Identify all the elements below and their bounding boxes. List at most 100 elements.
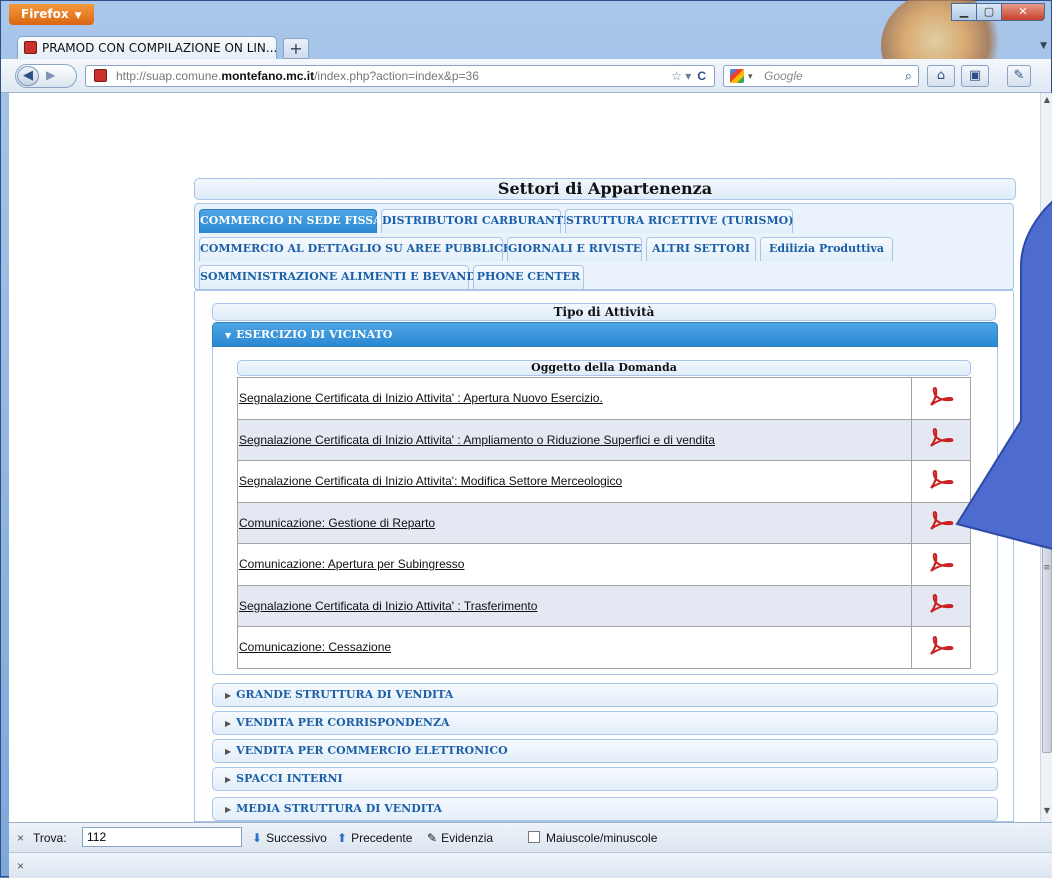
document-cell: Segnalazione Certificata di Inizio Attiv…: [237, 377, 912, 420]
forward-button[interactable]: ▶: [46, 68, 55, 82]
accordion-media-struttura[interactable]: ▶ MEDIA STRUTTURA DI VENDITA: [212, 797, 998, 821]
browser-tab[interactable]: PRAMOD CON COMPILAZIONE ON LIN...: [17, 36, 277, 60]
site-favicon-icon: [24, 41, 37, 54]
find-next-button[interactable]: ⬇ Successivo: [252, 831, 327, 845]
find-label: Trova:: [33, 831, 67, 845]
document-link[interactable]: Segnalazione Certificata di Inizio Attiv…: [239, 433, 715, 447]
tab-distributori-carburanti[interactable]: DISTRIBUTORI CARBURANTI: [381, 209, 568, 233]
tab-bar: PRAMOD CON COMPILAZIONE ON LIN... + ▼: [1, 31, 1051, 60]
page-viewport: Settori di Appartenenza COMMERCIO IN SED…: [9, 93, 1040, 822]
arrow-down-icon: ⬇: [252, 831, 263, 845]
tab-title: PRAMOD CON COMPILAZIONE ON LIN...: [42, 41, 277, 55]
document-link[interactable]: Comunicazione: Gestione di Reparto: [239, 516, 435, 530]
home-icon[interactable]: ⌂: [927, 65, 955, 87]
reload-icon[interactable]: C: [697, 69, 706, 83]
table-row: Segnalazione Certificata di Inizio Attiv…: [237, 418, 971, 461]
pdf-cell: [911, 418, 971, 461]
bookmark-star-icon[interactable]: ☆: [671, 69, 682, 83]
engine-dropdown-icon[interactable]: ▾: [748, 66, 753, 86]
document-cell: Segnalazione Certificata di Inizio Attiv…: [237, 584, 912, 627]
accordion-grande-struttura[interactable]: ▶ GRANDE STRUTTURA DI VENDITA: [212, 683, 998, 707]
history-dropdown-icon[interactable]: ▾: [685, 69, 691, 83]
table-row: Comunicazione: Cessazione: [237, 626, 971, 669]
site-identity-icon[interactable]: [94, 69, 107, 82]
pdf-icon[interactable]: [927, 510, 955, 532]
documents-table: Segnalazione Certificata di Inizio Attiv…: [237, 377, 971, 669]
tab-list-icon[interactable]: ▼: [1040, 41, 1047, 51]
accordion-label: MEDIA STRUTTURA DI VENDITA: [236, 802, 442, 815]
tab-edilizia-produttiva[interactable]: Edilizia Produttiva: [760, 237, 893, 261]
document-link[interactable]: Segnalazione Certificata di Inizio Attiv…: [239, 474, 622, 488]
close-window-button[interactable]: ✕: [1001, 3, 1045, 21]
accordion-commercio-elettronico[interactable]: ▶ VENDITA PER COMMERCIO ELETTRONICO: [212, 739, 998, 763]
google-engine-icon[interactable]: [730, 69, 744, 83]
pdf-cell: [911, 501, 971, 544]
document-link[interactable]: Comunicazione: Cessazione: [239, 640, 391, 654]
find-input[interactable]: [82, 827, 242, 847]
pdf-icon[interactable]: [927, 635, 955, 657]
match-case-checkbox[interactable]: [528, 831, 540, 843]
search-bar[interactable]: ▾ Google ⌕: [723, 65, 919, 87]
document-cell: Segnalazione Certificata di Inizio Attiv…: [237, 460, 912, 503]
pdf-icon[interactable]: [927, 386, 955, 408]
tab-giornali-riviste[interactable]: GIORNALI E RIVISTE: [507, 237, 642, 261]
pdf-icon[interactable]: [927, 427, 955, 449]
highlight-button[interactable]: ✎ Evidenzia: [427, 831, 493, 845]
url-tools: ☆ ▾ C: [671, 66, 706, 86]
table-row: Segnalazione Certificata di Inizio Attiv…: [237, 377, 971, 420]
tab-struttura-ricettive[interactable]: STRUTTURA RICETTIVE (TURISMO): [565, 209, 793, 233]
maximize-button[interactable]: ▢: [976, 3, 1002, 21]
highlight-label: Evidenzia: [441, 831, 494, 845]
search-icon[interactable]: ⌕: [905, 66, 912, 86]
scroll-up-icon[interactable]: ▲: [1041, 95, 1052, 109]
minimize-button[interactable]: ▁: [951, 3, 977, 21]
navigation-bar: ◀ ▶ http://suap.comune.montefano.mc.it/i…: [1, 59, 1051, 93]
back-button[interactable]: ◀: [17, 66, 39, 86]
oggetto-domanda-header: Oggetto della Domanda: [237, 360, 971, 376]
document-link[interactable]: Segnalazione Certificata di Inizio Attiv…: [239, 391, 603, 405]
triangle-right-icon: ▶: [225, 774, 232, 784]
triangle-right-icon: ▶: [225, 718, 232, 728]
page-title: Settori di Appartenenza: [194, 178, 1016, 200]
pdf-icon[interactable]: [927, 552, 955, 574]
pdf-cell: [911, 584, 971, 627]
close-findbar-icon[interactable]: ×: [17, 831, 24, 845]
pdf-icon[interactable]: [927, 593, 955, 615]
close-statusbar-icon[interactable]: ×: [17, 859, 24, 873]
pdf-cell: [911, 543, 971, 586]
tab-commercio-aree-pubbliche[interactable]: COMMERCIO AL DETTAGLIO SU AREE PUBBLICHE: [199, 237, 522, 261]
vertical-scrollbar[interactable]: ▲ ≡ ▼: [1040, 93, 1052, 822]
tab-somministrazione[interactable]: SOMMINISTRAZIONE ALIMENTI E BEVANDE: [199, 265, 484, 289]
firefox-menu-button[interactable]: Firefox ▼: [9, 4, 94, 25]
scrollbar-thumb[interactable]: [1042, 473, 1052, 753]
accordion-esercizio-vicinato[interactable]: ▼ ESERCIZIO DI VICINATO: [212, 322, 998, 347]
address-bar[interactable]: http://suap.comune.montefano.mc.it/index…: [85, 65, 715, 87]
pdf-cell: [911, 377, 971, 420]
tab-commercio-sede-fissa[interactable]: COMMERCIO IN SEDE FISSA: [199, 209, 382, 233]
accordion-vendita-corrispondenza[interactable]: ▶ VENDITA PER CORRISPONDENZA: [212, 711, 998, 735]
addon-icon[interactable]: ✎: [1007, 65, 1031, 87]
document-link[interactable]: Segnalazione Certificata di Inizio Attiv…: [239, 599, 537, 613]
find-next-label: Successivo: [266, 831, 327, 845]
tab-phone-center[interactable]: PHONE CENTER: [473, 265, 584, 289]
document-cell: Comunicazione: Apertura per Subingresso: [237, 543, 912, 586]
find-prev-button[interactable]: ⬆ Precedente: [337, 831, 412, 845]
accordion-label: GRANDE STRUTTURA DI VENDITA: [236, 688, 454, 701]
scroll-down-icon[interactable]: ▼: [1041, 806, 1052, 820]
find-prev-label: Precedente: [351, 831, 413, 845]
chevron-down-icon: ▼: [74, 11, 82, 21]
document-cell: Comunicazione: Cessazione: [237, 626, 912, 669]
accordion-spacci-interni[interactable]: ▶ SPACCI INTERNI: [212, 767, 998, 791]
bookmarks-menu-icon[interactable]: ▣: [961, 65, 989, 87]
url-path: /index.php?action=index&p=36: [314, 69, 479, 83]
new-tab-button[interactable]: +: [283, 38, 309, 59]
pdf-icon[interactable]: [927, 469, 955, 491]
pdf-cell: [911, 460, 971, 503]
document-link[interactable]: Comunicazione: Apertura per Subingresso: [239, 557, 464, 571]
tab-altri-settori[interactable]: ALTRI SETTORI: [646, 237, 756, 261]
search-placeholder: Google: [764, 69, 803, 83]
triangle-right-icon: ▶: [225, 746, 232, 756]
back-forward-group: ◀ ▶: [15, 64, 77, 88]
window-controls: ▁ ▢ ✕: [951, 3, 1045, 21]
accordion-label: SPACCI INTERNI: [236, 772, 343, 785]
